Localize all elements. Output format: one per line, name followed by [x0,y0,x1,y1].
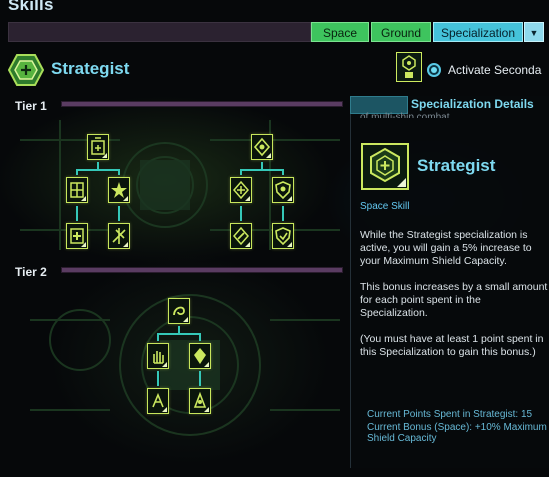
triangle-down-icon: ▼ [529,28,539,38]
tab-space[interactable]: Space [311,22,369,42]
skill-node-command-icon[interactable] [87,134,109,160]
tier-1-divider [62,102,342,106]
points-spent-text: Current Points Spent in Strategist: 15 [367,409,533,420]
activate-secondary-label: Activate Seconda [448,63,542,77]
skill-link [118,206,120,221]
skill-link [76,206,78,221]
skill-node-medical-icon[interactable] [66,223,88,249]
skill-node-hand-icon[interactable] [147,343,169,369]
skill-link [76,169,78,175]
current-bonus-text: Current Bonus (Space): +10% Maximum Shie… [367,421,547,445]
activate-secondary-radio[interactable] [427,63,441,77]
skill-node-target-icon[interactable] [230,177,252,203]
details-skill-name: Strategist [417,156,496,175]
header-bar [8,22,311,42]
skill-link [157,333,201,335]
details-paragraph: (You must have at least 1 point spent in… [360,333,544,358]
strategist-large-icon [361,143,409,190]
skill-link [76,169,120,171]
skill-link [282,206,284,221]
tier-2-label: Tier 2 [15,265,47,279]
skill-node-beacon-icon[interactable] [189,388,211,414]
details-paragraph: This bonus increases by a small amount f… [360,281,548,319]
skill-node-strike-icon[interactable] [108,223,130,249]
details-description: While the Strategist specialization is a… [360,229,548,372]
tab-specialization[interactable]: Specialization [433,22,523,42]
details-clipped-text: of multi-ship combat. [360,112,453,118]
skill-link [240,206,242,221]
skill-node-rhombus-icon[interactable] [230,223,252,249]
skill-link [199,371,201,386]
details-paragraph: While the Strategist specialization is a… [360,229,532,267]
skill-link [118,169,120,175]
skill-link [282,169,284,175]
details-skill-type: Space Skill [360,201,410,212]
skill-node-shield-grid-icon[interactable] [66,177,88,203]
skill-link [199,333,201,341]
skill-node-swirl-icon[interactable] [168,298,190,324]
skill-node-diamond-icon[interactable] [251,134,273,160]
skill-link [240,169,242,175]
skill-node-guard-icon[interactable] [272,223,294,249]
skill-link [240,169,284,171]
skill-node-burst-icon[interactable] [108,177,130,203]
skill-node-tactic-icon[interactable] [147,388,169,414]
specialization-name: Strategist [51,59,130,78]
tab-ground[interactable]: Ground [371,22,431,42]
skill-link [157,333,159,341]
skill-link [157,371,159,386]
details-header: Specialization Details [411,97,534,111]
page-title: Skills [8,0,54,14]
skill-node-crystal-icon[interactable] [189,343,211,369]
details-stats: Current Points Spent in Strategist: 15 C… [367,409,549,446]
tier-2-divider [62,268,342,272]
secondary-specialization-icon[interactable] [396,52,422,82]
tab-dropdown-button[interactable]: ▼ [524,22,544,42]
strategist-hex-icon [7,54,45,86]
skill-node-shield-icon[interactable] [272,177,294,203]
tier-1-label: Tier 1 [15,99,47,113]
